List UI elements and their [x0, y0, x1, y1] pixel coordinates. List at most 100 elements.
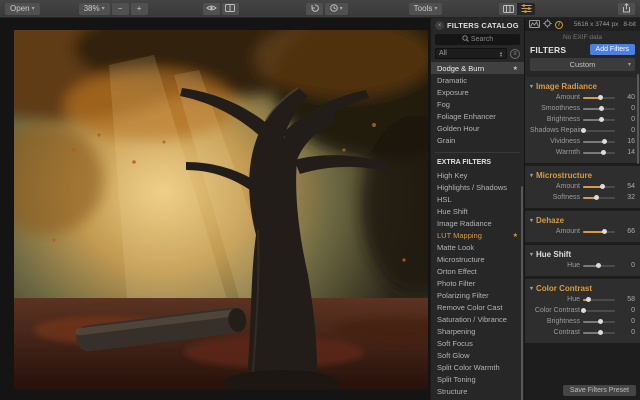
- catalog-item[interactable]: Highlights / Shadows: [431, 181, 524, 193]
- catalog-item[interactable]: Exposure: [431, 86, 524, 98]
- catalog-item-label: High Key: [437, 171, 467, 180]
- slider-track[interactable]: [583, 197, 615, 199]
- slider-knob[interactable]: [594, 195, 599, 200]
- favorite-star-icon[interactable]: ★: [513, 65, 518, 72]
- search-input[interactable]: Search: [435, 34, 520, 45]
- slider-knob[interactable]: [601, 150, 606, 155]
- slider-knob[interactable]: [599, 117, 604, 122]
- catalog-scrollbar[interactable]: [521, 186, 523, 400]
- clock-icon: [330, 4, 338, 14]
- slider-knob[interactable]: [598, 319, 603, 324]
- filter-section-header[interactable]: ▾Color Contrast: [530, 282, 635, 294]
- catalog-header: × FILTERS CATALOG: [431, 18, 524, 33]
- preset-dropdown[interactable]: Custom ▾: [530, 58, 635, 71]
- filter-section-header[interactable]: ▾Hue Shift: [530, 248, 635, 260]
- catalog-item[interactable]: LUT Mapping★: [431, 229, 524, 241]
- slider-knob[interactable]: [599, 106, 604, 111]
- share-button[interactable]: [618, 3, 635, 15]
- catalog-item[interactable]: Split Toning: [431, 373, 524, 385]
- catalog-item-label: Split Color Warmth: [437, 363, 500, 372]
- zoom-out-button[interactable]: −: [112, 3, 129, 15]
- slider-track[interactable]: [583, 108, 615, 110]
- catalog-item[interactable]: Structure: [431, 385, 524, 397]
- save-filters-preset-button[interactable]: Save Filters Preset: [563, 385, 636, 396]
- catalog-item[interactable]: Dodge & Burn★: [431, 62, 524, 74]
- slider-track[interactable]: [583, 265, 615, 267]
- slider-knob[interactable]: [581, 308, 586, 313]
- inspector-scrollbar[interactable]: [637, 74, 639, 164]
- catalog-item[interactable]: Orton Effect: [431, 265, 524, 277]
- collapse-chevron-icon[interactable]: ▾: [530, 172, 533, 179]
- catalog-item[interactable]: Microstructure: [431, 253, 524, 265]
- catalog-item[interactable]: High Key: [431, 169, 524, 181]
- catalog-item[interactable]: Photo Filter: [431, 277, 524, 289]
- add-filters-button[interactable]: Add Filters: [590, 44, 635, 55]
- slider-track[interactable]: [583, 152, 615, 154]
- info-icon[interactable]: i: [555, 21, 563, 29]
- catalog-item[interactable]: HSL: [431, 193, 524, 205]
- slider-knob[interactable]: [596, 263, 601, 268]
- slider-track[interactable]: [583, 310, 615, 312]
- slider-knob[interactable]: [598, 95, 603, 100]
- slider-track[interactable]: [583, 186, 615, 188]
- slider-knob[interactable]: [602, 229, 607, 234]
- slider-track[interactable]: [583, 141, 615, 143]
- slider-value: 0: [621, 318, 635, 325]
- close-catalog-icon[interactable]: ×: [435, 21, 444, 30]
- slider-track[interactable]: [583, 119, 615, 121]
- slider-label: Contrast: [530, 329, 580, 336]
- filter-section-header[interactable]: ▾Microstructure: [530, 169, 635, 181]
- undo-button[interactable]: [306, 3, 323, 15]
- catalog-item[interactable]: Matte Look: [431, 241, 524, 253]
- history-dropdown-button[interactable]: ▾: [325, 3, 348, 15]
- slider-track[interactable]: [583, 97, 615, 99]
- image-canvas[interactable]: [0, 18, 430, 400]
- slider-track[interactable]: [583, 299, 615, 301]
- slider-track[interactable]: [583, 231, 615, 233]
- open-button[interactable]: Open ▾: [5, 3, 40, 15]
- tools-dropdown[interactable]: Tools ▾: [409, 3, 443, 15]
- catalog-item[interactable]: Polarizing Filter: [431, 289, 524, 301]
- catalog-item[interactable]: Hue Shift: [431, 205, 524, 217]
- zoom-in-button[interactable]: +: [131, 3, 148, 15]
- filter-section-header[interactable]: ▾Image Radiance: [530, 80, 635, 92]
- slider-track[interactable]: [583, 332, 615, 334]
- compare-button[interactable]: [222, 3, 239, 15]
- favorite-star-icon[interactable]: ★: [513, 232, 518, 239]
- catalog-item[interactable]: Soft Glow: [431, 349, 524, 361]
- catalog-item[interactable]: Fog: [431, 98, 524, 110]
- slider-knob[interactable]: [586, 297, 591, 302]
- catalog-item[interactable]: Image Radiance: [431, 217, 524, 229]
- catalog-item[interactable]: Saturation / Vibrance: [431, 313, 524, 325]
- filter-section-header[interactable]: ▾Dehaze: [530, 214, 635, 226]
- catalog-item[interactable]: Soft Focus: [431, 337, 524, 349]
- collapse-chevron-icon[interactable]: ▾: [530, 285, 533, 292]
- filters-panel-toggle-button[interactable]: [517, 3, 535, 15]
- slider-label: Vividness: [530, 138, 580, 145]
- filmstrip-toggle-button[interactable]: [499, 3, 517, 15]
- slider-track[interactable]: [583, 130, 615, 132]
- catalog-item[interactable]: Sharpening: [431, 325, 524, 337]
- catalog-item[interactable]: Remove Color Cast: [431, 301, 524, 313]
- catalog-item[interactable]: Dramatic: [431, 74, 524, 86]
- zoom-level-dropdown[interactable]: 38% ▾: [79, 3, 110, 15]
- settings-icon[interactable]: [543, 19, 552, 30]
- collapse-chevron-icon[interactable]: ▾: [530, 83, 533, 90]
- catalog-item[interactable]: Golden Hour: [431, 122, 524, 134]
- zoom-level-value: 38%: [84, 4, 100, 13]
- catalog-item[interactable]: Split Color Warmth: [431, 361, 524, 373]
- preview-eye-button[interactable]: [203, 3, 220, 15]
- collapse-chevron-icon[interactable]: ▾: [530, 217, 533, 224]
- slider-knob[interactable]: [600, 184, 605, 189]
- slider-track[interactable]: [583, 321, 615, 323]
- histogram-icon[interactable]: [529, 20, 540, 30]
- collapse-chevron-icon[interactable]: ▾: [530, 251, 533, 258]
- catalog-item[interactable]: Grain: [431, 134, 524, 146]
- catalog-item-label: Highlights / Shadows: [437, 183, 507, 192]
- category-dropdown[interactable]: All ▲▼: [435, 48, 507, 59]
- catalog-options-icon[interactable]: ≡: [510, 49, 520, 59]
- slider-knob[interactable]: [598, 330, 603, 335]
- catalog-item[interactable]: Foliage Enhancer: [431, 110, 524, 122]
- slider-knob[interactable]: [581, 128, 586, 133]
- slider-knob[interactable]: [602, 139, 607, 144]
